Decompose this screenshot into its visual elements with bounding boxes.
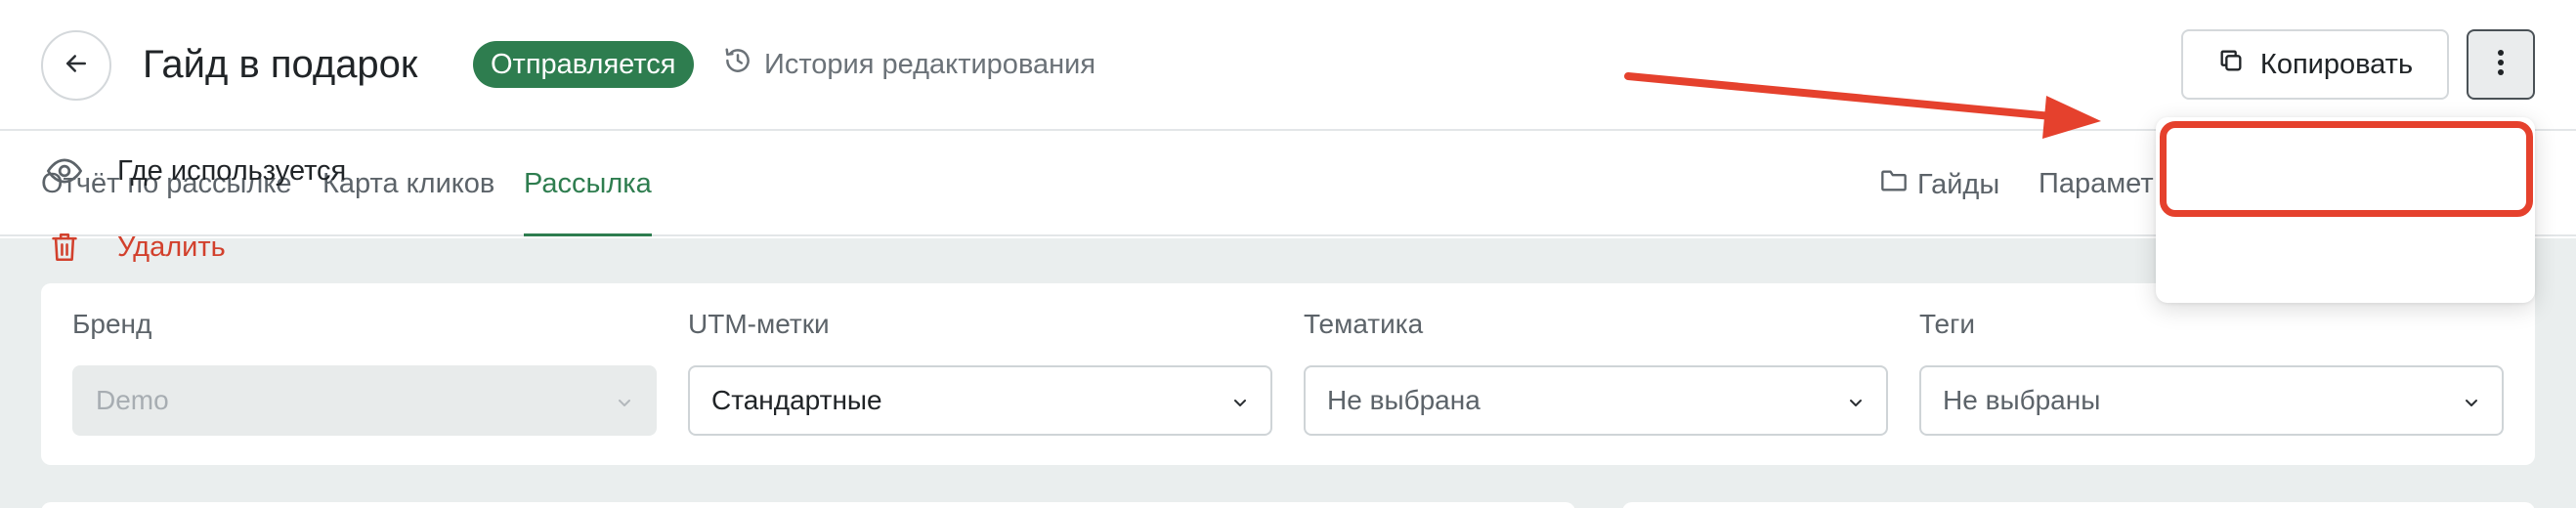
content-card-left (41, 502, 1575, 508)
more-options-button[interactable] (2467, 29, 2535, 100)
chevron-down-icon (616, 385, 633, 416)
page-title: Гайд в подарок (143, 43, 418, 86)
content-card-right (1622, 502, 2535, 508)
history-icon (723, 46, 752, 83)
arrow-left-icon (62, 49, 91, 83)
filters-card: Бренд Demo UTM-метки Стандартные Тематик… (41, 283, 2535, 465)
brand-label: Бренд (72, 309, 152, 339)
folder-icon (1880, 168, 1908, 201)
eye-icon (43, 157, 86, 185)
utm-value: Стандартные (711, 385, 882, 415)
chevron-down-icon (1231, 385, 1249, 416)
tab-mailing[interactable]: Рассылка (524, 133, 652, 236)
chevron-down-icon (1847, 385, 1865, 416)
back-button[interactable] (41, 30, 111, 101)
tags-select[interactable]: Не выбраны (1919, 365, 2504, 436)
copy-label: Копировать (2259, 48, 2414, 80)
tab-guides[interactable]: Гайды (1880, 133, 1999, 236)
topic-value: Не выбрана (1327, 385, 1481, 415)
tags-value: Не выбраны (1943, 385, 2101, 415)
topic-select[interactable]: Не выбрана (1304, 365, 1888, 436)
copy-icon (2217, 47, 2245, 82)
menu-item-delete[interactable]: Удалить (0, 209, 379, 285)
more-vertical-icon (2496, 48, 2506, 82)
history-link[interactable]: История редактирования (723, 43, 1095, 86)
brand-value: Demo (96, 385, 169, 415)
menu-item-where-used-label: Где используется (117, 154, 347, 187)
history-label: История редактирования (764, 48, 1096, 80)
copy-button[interactable]: Копировать (2181, 29, 2449, 100)
brand-select: Demo (72, 365, 657, 436)
tab-params[interactable]: Парамет (2039, 133, 2154, 236)
page-header: Гайд в подарок Отправляется История реда… (0, 0, 2576, 131)
status-badge: Отправляется (473, 41, 694, 88)
tab-guides-label: Гайды (1917, 168, 2000, 200)
chevron-down-icon (2463, 385, 2480, 416)
tags-label: Теги (1919, 309, 1975, 339)
trash-icon (43, 232, 86, 263)
menu-item-where-used[interactable]: Где используется (0, 133, 379, 209)
utm-label: UTM-метки (688, 309, 830, 339)
topic-label: Тематика (1304, 309, 1424, 339)
menu-item-delete-label: Удалить (117, 231, 226, 263)
utm-select[interactable]: Стандартные (688, 365, 1272, 436)
more-options-menu (2156, 117, 2535, 303)
